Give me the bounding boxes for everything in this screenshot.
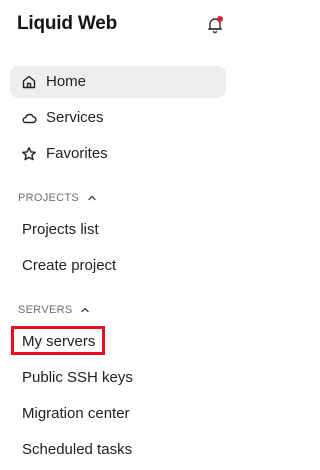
nav-item-label: Scheduled tasks <box>22 441 133 458</box>
star-icon <box>22 147 36 161</box>
chevron-up-icon <box>81 307 90 313</box>
nav-item-label: Create project <box>22 257 117 274</box>
section-title: PROJECTS <box>18 192 80 204</box>
cloud-icon <box>22 113 37 124</box>
nav-item-label: Services <box>46 109 104 126</box>
section-header-projects[interactable]: PROJECTS <box>18 190 97 206</box>
nav-item-home[interactable]: Home <box>10 66 226 98</box>
nav-item-label: Home <box>46 73 87 90</box>
logo[interactable]: Liquid Web <box>17 13 117 35</box>
nav-item-public-ssh-keys[interactable]: Public SSH keys <box>10 363 226 393</box>
nav-item-label: Projects list <box>22 221 99 238</box>
section-header-servers[interactable]: SERVERS <box>18 302 90 318</box>
notification-dot <box>217 16 223 22</box>
nav-item-my-servers[interactable]: My servers <box>10 327 226 357</box>
nav-item-projects-list[interactable]: Projects list <box>10 215 226 245</box>
nav-item-favorites[interactable]: Favorites <box>10 138 226 170</box>
nav-item-label: My servers <box>22 333 96 350</box>
chevron-up-icon <box>88 195 96 201</box>
nav-item-services[interactable]: Services <box>10 102 226 134</box>
nav-item-label: Favorites <box>46 145 108 162</box>
home-icon <box>22 75 36 89</box>
section-title: SERVERS <box>18 304 73 316</box>
nav-item-migration-center[interactable]: Migration center <box>10 399 226 429</box>
nav-item-scheduled-tasks[interactable]: Scheduled tasks <box>10 435 226 465</box>
nav-item-label: Public SSH keys <box>22 369 133 386</box>
nav-item-create-project[interactable]: Create project <box>10 251 226 281</box>
nav-item-label: Migration center <box>22 405 130 422</box>
header: Liquid Web <box>0 0 240 50</box>
